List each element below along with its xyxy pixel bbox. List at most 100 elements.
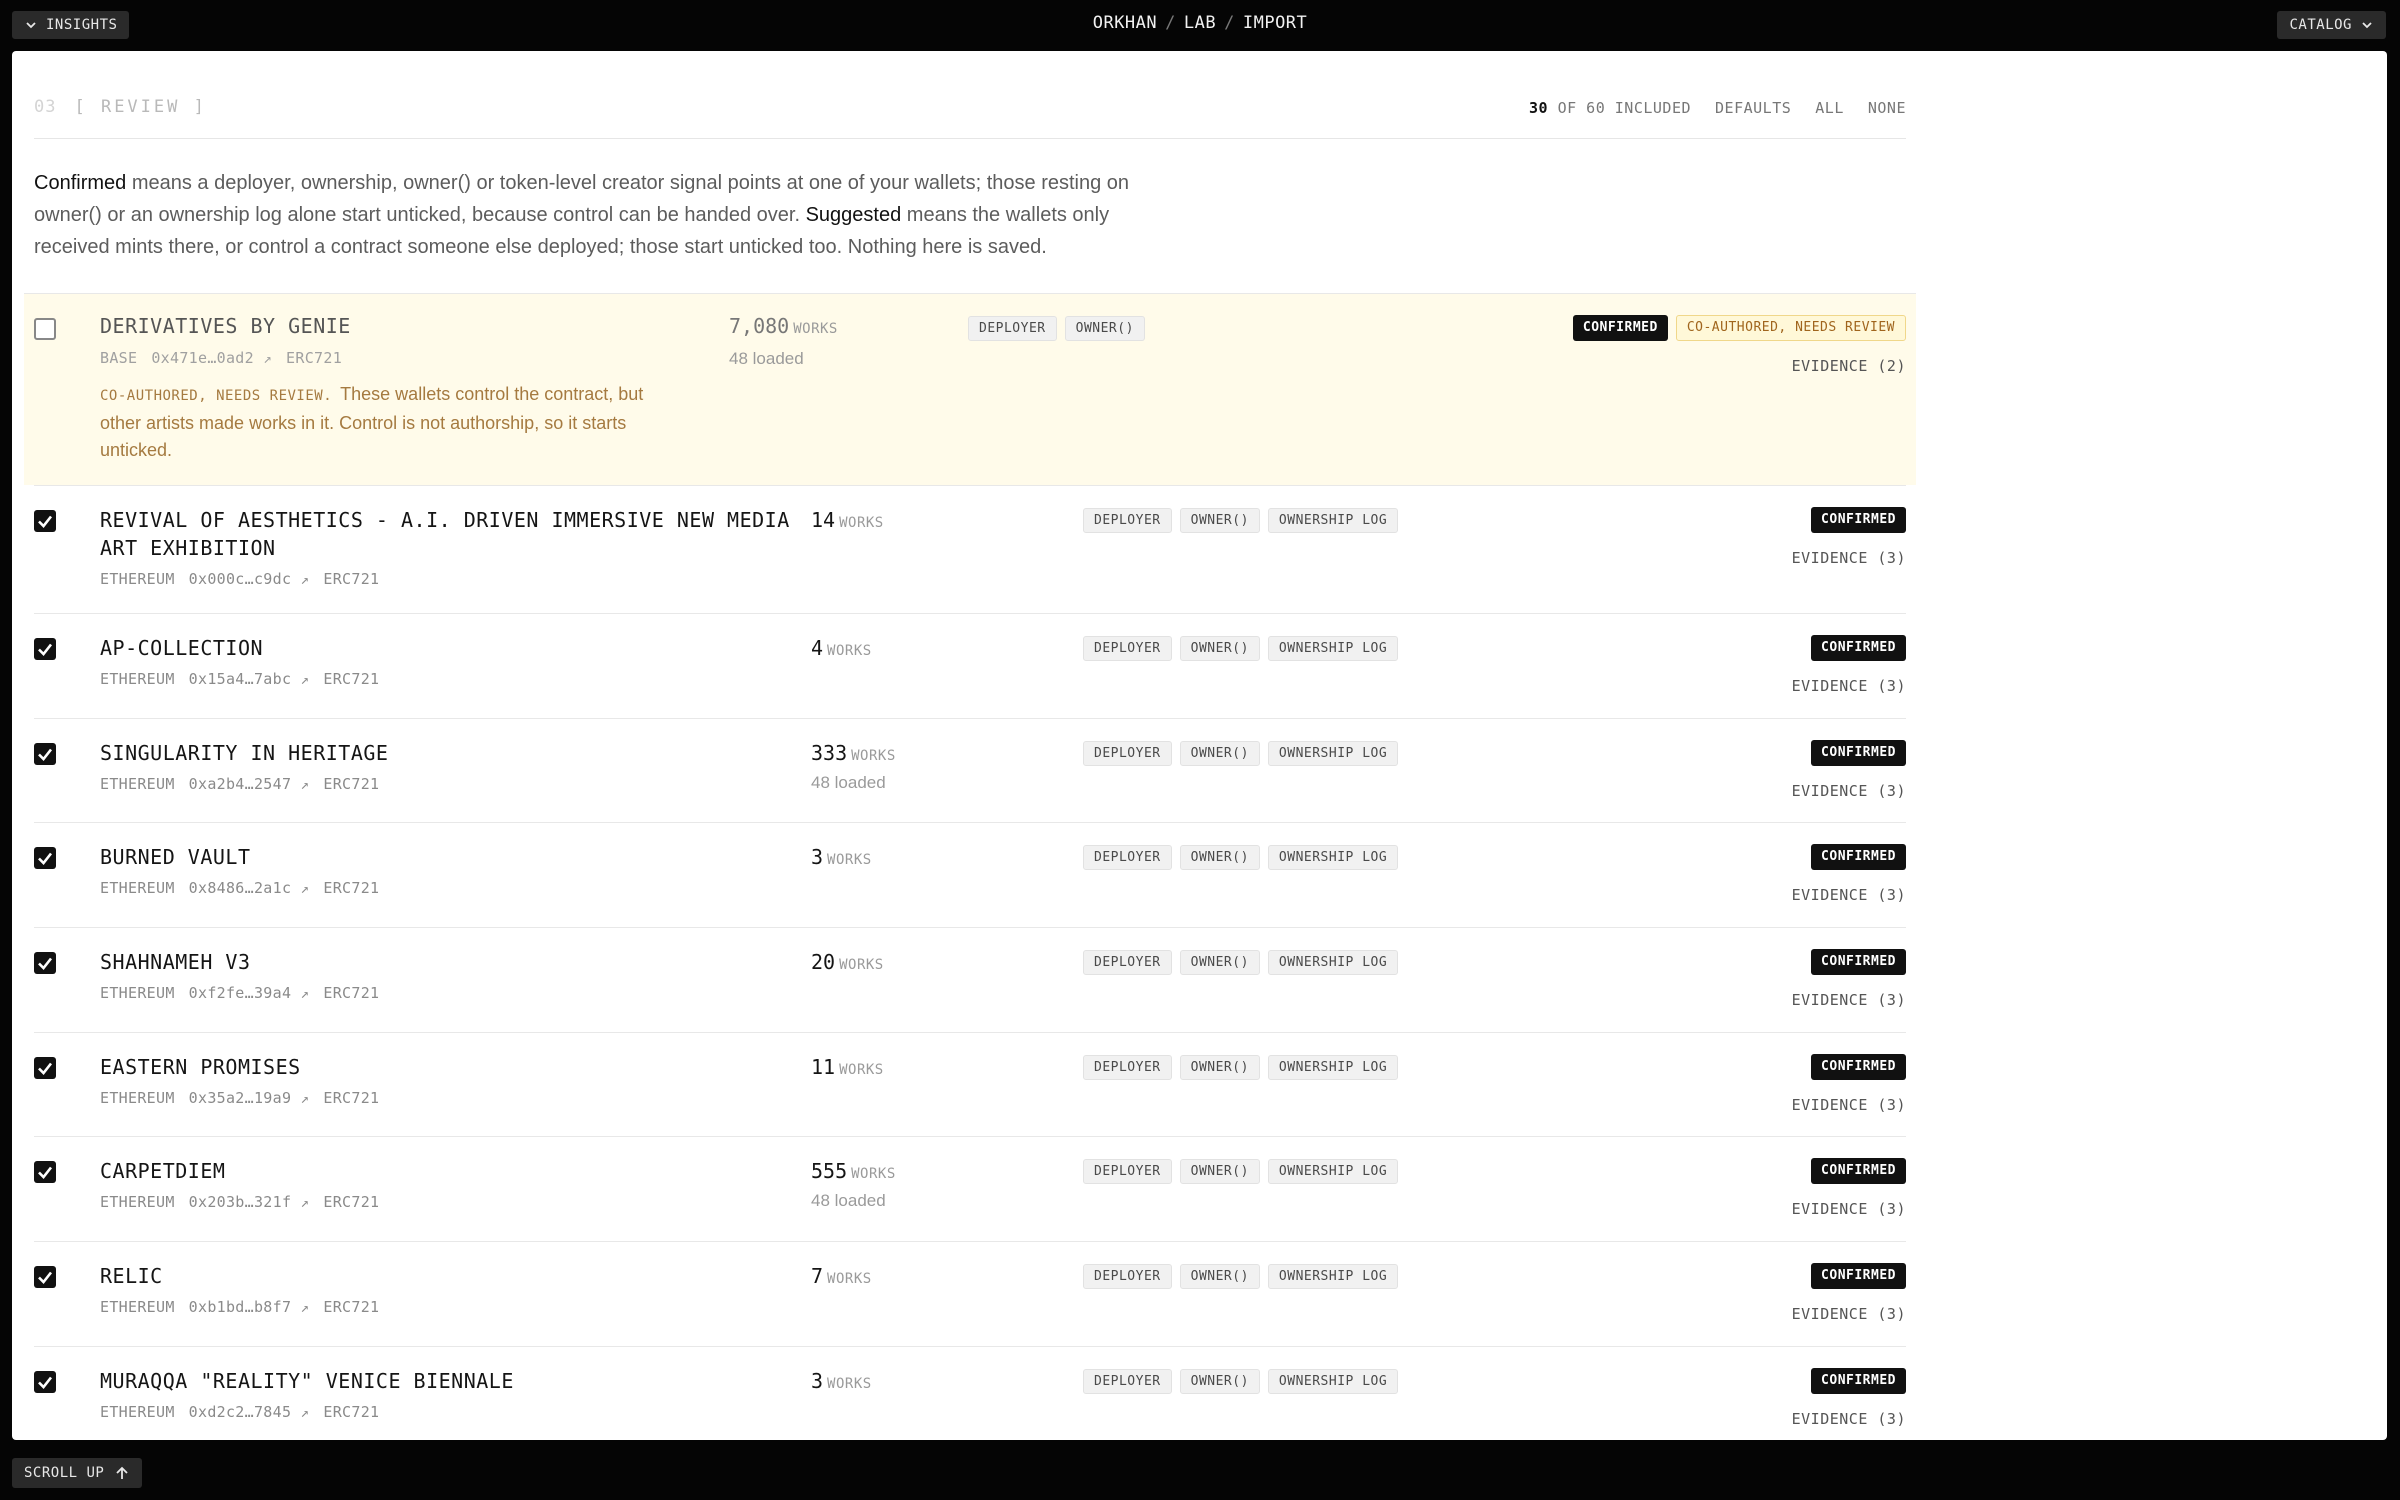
included-rest: OF 60 INCLUDED — [1557, 99, 1692, 117]
include-checkbox[interactable] — [34, 743, 56, 765]
contract-address-link[interactable]: 0x8486…2a1c ↗ — [189, 879, 310, 897]
collection-row: SINGULARITY IN HERITAGE ETHEREUM 0xa2b4…2… — [34, 718, 1906, 822]
works-unit: WORKS — [839, 957, 884, 973]
loaded-count: 48 loaded — [729, 349, 804, 368]
signal-chips: DEPLOYER OWNER() OWNERSHIP LOG — [1083, 1055, 1399, 1080]
intro-text: Confirmed means a deployer, ownership, o… — [34, 139, 1174, 293]
select-none-button[interactable]: NONE — [1868, 99, 1906, 117]
works-unit: WORKS — [793, 321, 838, 337]
evidence-toggle[interactable]: EVIDENCE (3) — [1792, 549, 1906, 567]
contract-address-link[interactable]: 0xa2b4…2547 ↗ — [189, 775, 310, 793]
include-checkbox[interactable] — [34, 318, 56, 340]
include-checkbox[interactable] — [34, 510, 56, 532]
contract-address-link[interactable]: 0xf2fe…39a4 ↗ — [189, 984, 310, 1002]
breadcrumb-item-orkhan[interactable]: ORKHAN — [1093, 13, 1157, 33]
contract-address-link[interactable]: 0x35a2…19a9 ↗ — [189, 1089, 310, 1107]
arrow-up-right-icon: ↗ — [300, 1300, 310, 1316]
review-panel: 03 [ REVIEW ] 30 OF 60 INCLUDED DEFAULTS … — [12, 51, 2387, 1440]
evidence-toggle[interactable]: EVIDENCE (3) — [1792, 886, 1906, 904]
contract-address: 0xb1bd…b8f7 — [188, 1298, 292, 1316]
breadcrumb-separator: / — [1224, 13, 1235, 33]
status-badge-confirmed: CONFIRMED — [1811, 507, 1906, 533]
signal-chip-owner: OWNER() — [1064, 316, 1145, 341]
status-badges: CONFIRMED — [1811, 844, 1906, 870]
checkmark-icon — [38, 1166, 53, 1179]
collection-meta: ETHEREUM 0xf2fe…39a4 ↗ ERC721 — [100, 984, 379, 1002]
evidence-toggle[interactable]: EVIDENCE (3) — [1792, 1305, 1906, 1323]
evidence-toggle[interactable]: EVIDENCE (3) — [1792, 782, 1906, 800]
breadcrumb: ORKHAN / LAB / IMPORT — [0, 13, 2400, 33]
arrow-up-right-icon: ↗ — [300, 1091, 310, 1107]
collection-name: MURAQQA "REALITY" VENICE BIENNALE — [100, 1369, 514, 1393]
defaults-button[interactable]: DEFAULTS — [1715, 99, 1791, 117]
collection-name: SHAHNAMEH V3 — [100, 950, 251, 974]
contract-address-link[interactable]: 0xd2c2…7845 ↗ — [189, 1403, 310, 1421]
include-checkbox[interactable] — [34, 1266, 56, 1288]
evidence-toggle[interactable]: EVIDENCE (3) — [1792, 1410, 1906, 1428]
status-badges: CONFIRMED — [1811, 949, 1906, 975]
evidence-toggle[interactable]: EVIDENCE (2) — [1792, 357, 1906, 375]
collection-row: BURNED VAULT ETHEREUM 0x8486…2a1c ↗ ERC721… — [34, 822, 1906, 927]
signal-chip-ownership-log: OWNERSHIP LOG — [1267, 845, 1399, 870]
chain-label: ETHEREUM — [100, 570, 175, 588]
status-badges: CONFIRMED — [1811, 740, 1906, 766]
works-number: 11 — [811, 1055, 836, 1079]
collection-name: SINGULARITY IN HERITAGE — [100, 741, 389, 765]
signal-chip-owner: OWNER() — [1179, 845, 1260, 870]
collection-row: MURAQQA "REALITY" VENICE BIENNALE ETHERE… — [34, 1346, 1906, 1440]
signal-chip-owner: OWNER() — [1179, 1369, 1260, 1394]
include-checkbox[interactable] — [34, 1161, 56, 1183]
signal-chip-owner: OWNER() — [1179, 950, 1260, 975]
collection-row: AP-COLLECTION ETHEREUM 0x15a4…7abc ↗ ERC72… — [34, 613, 1906, 718]
breadcrumb-item-lab[interactable]: LAB — [1184, 13, 1216, 33]
signal-chip-owner: OWNER() — [1179, 636, 1260, 661]
contract-address-link[interactable]: 0xb1bd…b8f7 ↗ — [189, 1298, 310, 1316]
signal-chip-deployer: DEPLOYER — [968, 316, 1057, 341]
breadcrumb-item-import: IMPORT — [1242, 13, 1308, 33]
evidence-toggle[interactable]: EVIDENCE (3) — [1792, 1096, 1906, 1114]
works-count: 7,080 WORKS — [729, 314, 838, 338]
collection-meta: ETHEREUM 0xb1bd…b8f7 ↗ ERC721 — [100, 1298, 379, 1316]
contract-address-link[interactable]: 0x471e…0ad2 ↗ — [151, 349, 272, 367]
evidence-toggle[interactable]: EVIDENCE (3) — [1792, 1200, 1906, 1218]
signal-chip-ownership-log: OWNERSHIP LOG — [1267, 1264, 1399, 1289]
scroll-up-button[interactable]: SCROLL UP — [12, 1458, 143, 1488]
catalog-button[interactable]: CATALOG — [2277, 11, 2386, 39]
include-checkbox[interactable] — [34, 638, 56, 660]
contract-address-link[interactable]: 0x203b…321f ↗ — [189, 1193, 310, 1211]
collection-meta: ETHEREUM 0x15a4…7abc ↗ ERC721 — [100, 670, 379, 688]
works-count: 20 WORKS — [811, 950, 884, 974]
signal-chip-deployer: DEPLOYER — [1083, 950, 1172, 975]
include-checkbox[interactable] — [34, 952, 56, 974]
evidence-toggle[interactable]: EVIDENCE (3) — [1792, 677, 1906, 695]
collection-name: BURNED VAULT — [100, 845, 251, 869]
chevron-down-icon — [2362, 22, 2372, 29]
works-unit: WORKS — [827, 643, 872, 659]
checkmark-icon — [38, 643, 53, 656]
works-unit: WORKS — [839, 515, 884, 531]
works-count: 14 WORKS — [811, 508, 884, 532]
signal-chip-deployer: DEPLOYER — [1083, 845, 1172, 870]
chain-label: ETHEREUM — [100, 1193, 175, 1211]
loaded-count: 48 loaded — [811, 773, 886, 792]
token-standard: ERC721 — [323, 1193, 380, 1211]
evidence-toggle[interactable]: EVIDENCE (3) — [1792, 991, 1906, 1009]
works-count: 7 WORKS — [811, 1264, 872, 1288]
contract-address: 0xd2c2…7845 — [188, 1403, 292, 1421]
works-count: 3 WORKS — [811, 1369, 872, 1393]
select-all-button[interactable]: ALL — [1815, 99, 1844, 117]
signal-chips: DEPLOYER OWNER() OWNERSHIP LOG — [1083, 1264, 1399, 1289]
works-number: 3 — [811, 1369, 824, 1393]
works-count: 4 WORKS — [811, 636, 872, 660]
include-checkbox[interactable] — [34, 1371, 56, 1393]
signal-chip-ownership-log: OWNERSHIP LOG — [1267, 636, 1399, 661]
token-standard: ERC721 — [286, 349, 343, 367]
contract-address-link[interactable]: 0x000c…c9dc ↗ — [189, 570, 310, 588]
include-checkbox[interactable] — [34, 1057, 56, 1079]
include-checkbox[interactable] — [34, 847, 56, 869]
collection-name: AP-COLLECTION — [100, 636, 264, 660]
contract-address-link[interactable]: 0x15a4…7abc ↗ — [189, 670, 310, 688]
works-unit: WORKS — [827, 852, 872, 868]
works-unit: WORKS — [827, 1376, 872, 1392]
arrow-up-right-icon: ↗ — [300, 1405, 310, 1421]
